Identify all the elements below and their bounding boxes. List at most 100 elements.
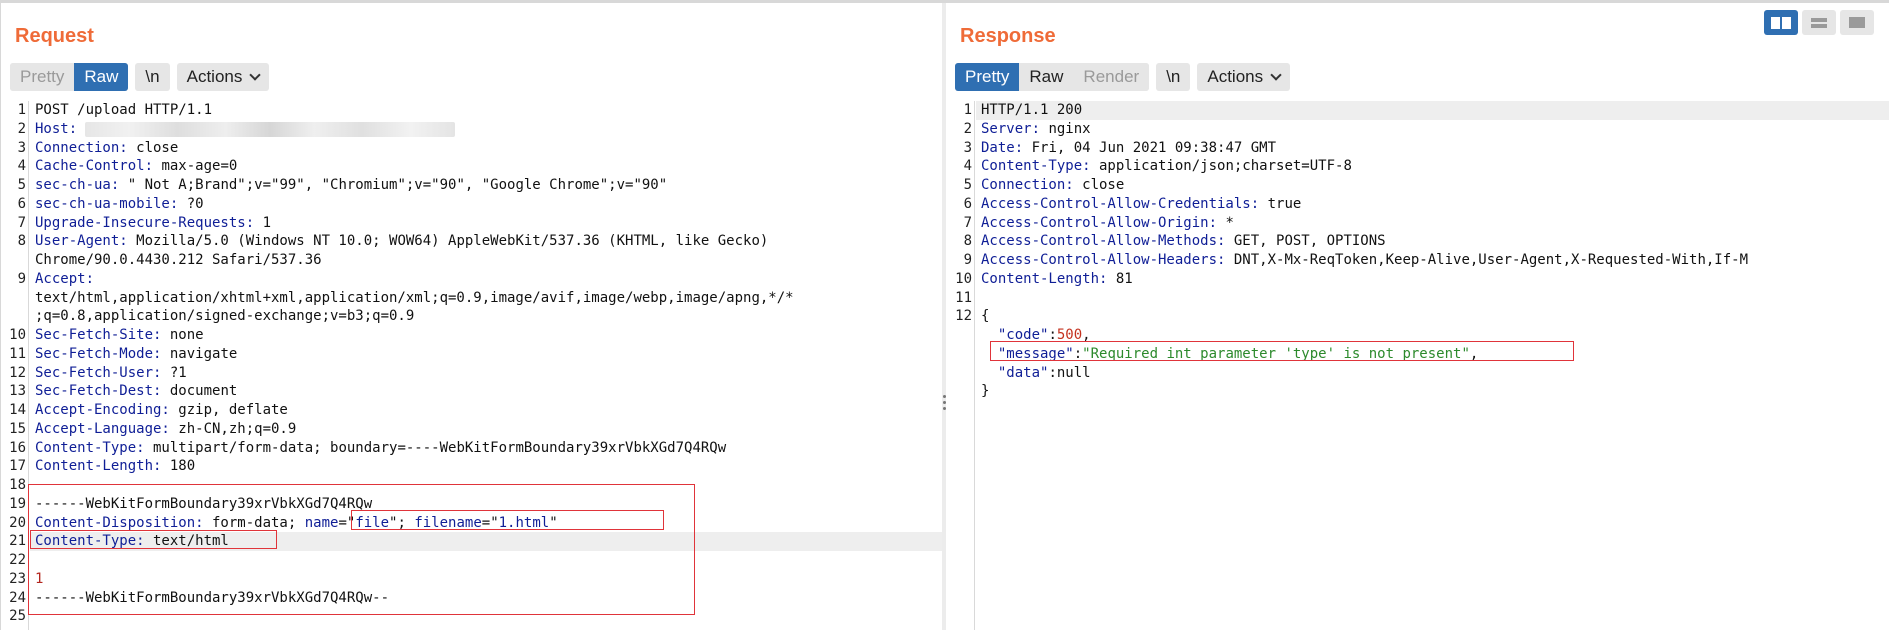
header-name: Upgrade-Insecure-Requests: xyxy=(35,215,255,231)
tab-raw[interactable]: Raw xyxy=(74,63,129,91)
header-name: Sec-Fetch-Site: xyxy=(35,327,162,343)
header-value: text/html xyxy=(144,533,229,549)
header-name: Sec-Fetch-User: xyxy=(35,365,162,381)
json-token: , xyxy=(1469,346,1479,362)
request-view-tabs: Pretty Raw xyxy=(10,63,129,91)
header-value: navigate xyxy=(161,346,238,362)
chevron-down-icon xyxy=(1270,69,1282,81)
header-name: Access-Control-Allow-Methods: xyxy=(981,233,1226,249)
code-line: ------WebKitFormBoundary39xrVbkXGd7Q4RQw… xyxy=(35,589,389,608)
line-number: 5 xyxy=(17,177,26,193)
header-name: Accept-Encoding: xyxy=(35,402,170,418)
response-editor[interactable]: 1 HTTP/1.1 200 2 Server: nginx 3 Date: Fri, 0… xyxy=(946,101,1889,630)
header-name: Date: xyxy=(981,140,1024,156)
header-value: Fri, 04 Jun 2021 09:38:47 GMT xyxy=(1023,140,1277,156)
header-value: GET, POST, OPTIONS xyxy=(1225,233,1386,249)
json-token: "code" xyxy=(997,327,1049,343)
line-number: 4 xyxy=(963,158,972,174)
line-highlight xyxy=(976,101,1889,120)
header-name: sec-ch-ua-mobile: xyxy=(35,196,179,212)
header-value: Mozilla/5.0 (Windows NT 10.0; WOW64) App… xyxy=(127,233,769,249)
header-value: max-age=0 xyxy=(153,158,238,174)
line-number: 15 xyxy=(9,421,26,437)
tab-render[interactable]: Render xyxy=(1073,63,1150,91)
tab-raw[interactable]: Raw xyxy=(1019,63,1074,91)
line-number: 7 xyxy=(17,215,26,231)
header-name: Content-Type: xyxy=(35,440,145,456)
code-line: Accept-Language: zh-CN,zh;q=0.9 xyxy=(35,420,296,439)
disposition-token: "; xyxy=(389,515,415,531)
code-line: Access-Control-Allow-Origin: * xyxy=(981,214,1234,233)
code-line: Connection: close xyxy=(35,139,178,158)
line-number xyxy=(948,382,972,401)
header-name: User-Agent: xyxy=(35,233,128,249)
tab-pretty[interactable]: Pretty xyxy=(10,63,75,91)
header-value: { xyxy=(981,308,990,324)
line-number: 24 xyxy=(9,590,26,606)
response-title: Response xyxy=(960,25,1056,47)
line-number: 1 xyxy=(963,102,972,118)
newline-toggle-button[interactable]: \n xyxy=(135,63,170,91)
disposition-token: " xyxy=(549,515,558,531)
response-toolbar: Pretty Raw Render \n Actions xyxy=(955,63,1291,91)
line-number xyxy=(2,251,26,270)
actions-label: Actions xyxy=(1207,67,1264,86)
header-value: none xyxy=(161,327,204,343)
code-line: Accept-Encoding: gzip, deflate xyxy=(35,401,288,420)
code-line: Content-Type: application/json;charset=U… xyxy=(981,157,1352,176)
line-number: 18 xyxy=(9,477,26,493)
line-number: 12 xyxy=(955,308,972,324)
disposition-token: filename xyxy=(414,515,482,531)
header-value: ;q=0.8,application/signed-exchange;v=b3;… xyxy=(35,308,415,324)
header-name: Cache-Control: xyxy=(35,158,154,174)
line-number xyxy=(948,345,972,364)
json-token: "message" xyxy=(997,346,1074,362)
actions-button[interactable]: Actions xyxy=(1197,63,1291,91)
code-line: HTTP/1.1 200 xyxy=(981,101,1082,120)
header-value: } xyxy=(981,383,990,399)
code-line: Host: xyxy=(35,120,456,139)
header-value: 1 xyxy=(254,215,272,231)
tab-pretty[interactable]: Pretty xyxy=(955,63,1020,91)
code-line: Cache-Control: max-age=0 xyxy=(35,157,237,176)
line-number xyxy=(2,289,26,308)
json-token: "Required int parameter 'type' is not pr… xyxy=(1082,346,1470,362)
line-number: 13 xyxy=(9,383,26,399)
line-number: 22 xyxy=(9,552,26,568)
request-editor[interactable]: 1 POST /upload HTTP/1.1 2 Host: 3 Connection:… xyxy=(0,101,942,630)
header-name: Content-Length: xyxy=(981,271,1108,287)
line-number: 12 xyxy=(9,365,26,381)
code-line: Connection: close xyxy=(981,176,1124,195)
code-line: sec-ch-ua-mobile: ?0 xyxy=(35,195,204,214)
code-line: Access-Control-Allow-Methods: GET, POST,… xyxy=(981,232,1386,251)
line-number: 23 xyxy=(9,571,26,587)
line-number: 1 xyxy=(17,102,26,118)
code-line: Content-Length: 81 xyxy=(981,270,1133,289)
header-value: POST /upload HTTP/1.1 xyxy=(35,102,213,118)
code-line: 1 xyxy=(35,570,43,589)
line-number: 3 xyxy=(17,140,26,156)
code-line: User-Agent: Mozilla/5.0 (Windows NT 10.0… xyxy=(35,232,768,251)
header-value: Chrome/90.0.4430.212 Safari/537.36 xyxy=(35,252,322,268)
header-value: DNT,X-Mx-ReqToken,Keep-Alive,User-Agent,… xyxy=(1225,252,1749,268)
line-number: 19 xyxy=(9,496,26,512)
code-line: Content-Disposition: form-data; name="fi… xyxy=(35,514,558,533)
disposition-token: name xyxy=(304,515,339,531)
code-line: Content-Type: multipart/form-data; bound… xyxy=(35,439,726,458)
header-value: 180 xyxy=(161,458,196,474)
line-number: 10 xyxy=(955,271,972,287)
header-value: " Not A;Brand";v="99", "Chromium";v="90"… xyxy=(119,177,668,193)
code-line: ;q=0.8,application/signed-exchange;v=b3;… xyxy=(35,307,414,326)
actions-button[interactable]: Actions xyxy=(176,63,270,91)
code-line: POST /upload HTTP/1.1 xyxy=(35,101,212,120)
code-line: sec-ch-ua: " Not A;Brand";v="99", "Chrom… xyxy=(35,176,667,195)
newline-toggle-button[interactable]: \n xyxy=(1156,63,1191,91)
line-number: 16 xyxy=(9,440,26,456)
line-number: 2 xyxy=(17,121,26,137)
disposition-token: 1.html xyxy=(498,515,550,531)
json-token: , xyxy=(1082,327,1091,343)
code-line: } xyxy=(981,382,989,401)
line-number: 9 xyxy=(17,271,26,287)
header-name: sec-ch-ua: xyxy=(35,177,120,193)
